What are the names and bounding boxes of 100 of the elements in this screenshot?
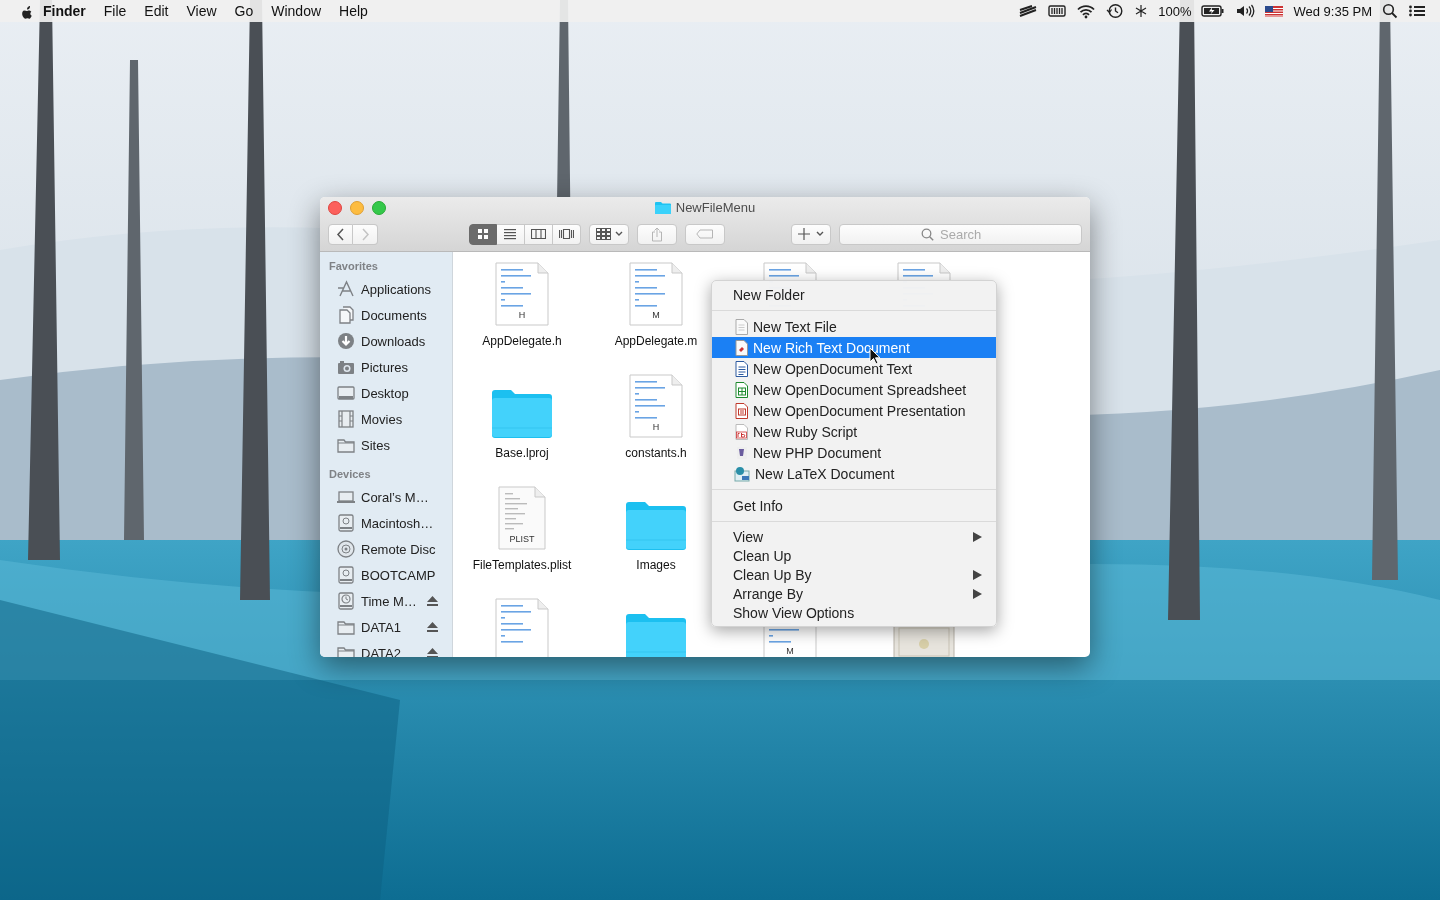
menu-item[interactable]: View <box>177 3 226 19</box>
sidebar-item[interactable]: Applications <box>320 276 452 302</box>
file-name[interactable]: FileTemplates.plist <box>472 558 572 572</box>
menu-item[interactable]: New PHP Document <box>712 442 996 463</box>
battery-icon[interactable] <box>1201 4 1226 18</box>
camera-icon <box>337 358 356 376</box>
volume-icon[interactable] <box>1235 4 1256 18</box>
menu-item[interactable]: Get Info <box>712 495 996 516</box>
menu-item[interactable]: New Text File <box>712 316 996 337</box>
folder-icon <box>337 618 356 636</box>
sidebar-item[interactable]: Coral’s M… <box>320 484 452 510</box>
add-button[interactable] <box>791 223 831 245</box>
sidebar-item[interactable]: Pictures <box>320 354 452 380</box>
menu-item[interactable]: New Ruby Script <box>712 421 996 442</box>
sidebar-item[interactable]: Remote Disc <box>320 536 452 562</box>
sidebar-item[interactable]: DATA1 <box>320 614 452 640</box>
view-mode-button[interactable] <box>497 223 525 245</box>
file-type-label: M <box>651 310 661 320</box>
disc-icon <box>337 540 356 558</box>
menu-bar-clock[interactable]: Wed 9:35 PM <box>1293 3 1372 19</box>
sidebar-item[interactable]: Sites <box>320 432 452 458</box>
app-menu[interactable]: Finder <box>34 3 95 19</box>
folder-icon <box>654 201 671 214</box>
stripes-icon[interactable] <box>1018 4 1039 18</box>
asterisk-icon[interactable] <box>1134 4 1149 18</box>
menu-item[interactable]: File <box>94 3 136 19</box>
file-name[interactable]: AppDelegate.h <box>482 334 562 348</box>
menu-item[interactable]: Go <box>225 3 263 19</box>
sidebar-item[interactable]: BOOTCAMP <box>320 562 452 588</box>
close-button[interactable] <box>328 201 342 215</box>
flag-icon[interactable] <box>1265 4 1284 18</box>
menu-item[interactable]: New Rich Text Document <box>712 337 996 358</box>
view-mode-button[interactable] <box>553 223 581 245</box>
spreadsheet-icon <box>734 381 749 398</box>
window-title: NewFileMenu <box>675 200 756 215</box>
arrange-button[interactable] <box>589 223 629 245</box>
columns-icon <box>531 227 546 241</box>
chevron-left-icon <box>335 226 346 242</box>
tag-icon <box>696 229 714 239</box>
film-icon <box>337 410 356 428</box>
file-type-label: H <box>651 422 661 432</box>
file-name[interactable]: Images <box>636 558 676 572</box>
apple-icon[interactable] <box>20 3 34 19</box>
eject-icon[interactable] <box>427 596 438 606</box>
download-icon <box>337 332 356 350</box>
menu-item[interactable]: New Folder <box>712 284 996 305</box>
menu-item[interactable]: Help <box>330 3 377 19</box>
laptop-icon <box>337 488 356 506</box>
file-type-label: H <box>517 310 527 320</box>
menu-item[interactable]: New OpenDocument Spreadsheet <box>712 379 996 400</box>
view-mode-button[interactable] <box>525 223 553 245</box>
battery-percent: 100% <box>1158 3 1192 19</box>
clock-icon[interactable] <box>1106 3 1125 19</box>
sidebar-item[interactable]: DATA2 <box>320 640 452 657</box>
view-mode-button[interactable] <box>469 223 497 245</box>
caret-icon <box>816 231 824 237</box>
menu-item[interactable]: View <box>712 527 996 546</box>
sidebar-item[interactable]: Movies <box>320 406 452 432</box>
sidebar-item[interactable]: Documents <box>320 302 452 328</box>
cover-flow-icon <box>559 227 574 241</box>
latex-file-icon <box>734 465 751 482</box>
sidebar-item[interactable]: Downloads <box>320 328 452 354</box>
menu-item[interactable]: Arrange By <box>712 584 996 603</box>
sidebar-item[interactable]: Time M… <box>320 588 452 614</box>
eject-icon[interactable] <box>427 622 438 632</box>
menu-item[interactable]: Clean Up By <box>712 565 996 584</box>
sidebar-item[interactable]: Desktop <box>320 380 452 406</box>
menu-item[interactable]: Window <box>262 3 331 19</box>
clock-drive-icon <box>337 592 356 610</box>
folder-icon <box>337 436 356 454</box>
menu-item[interactable]: New OpenDocument Text <box>712 358 996 379</box>
eject-icon[interactable] <box>427 648 438 657</box>
monitor-icon <box>337 384 356 402</box>
file-name[interactable]: AppDelegate.m <box>614 334 698 348</box>
search-icon[interactable] <box>1382 3 1398 19</box>
caret-icon <box>614 231 623 237</box>
search-field[interactable]: Search <box>839 223 1082 245</box>
menu-item[interactable]: Edit <box>135 3 178 19</box>
sidebar-item[interactable]: Macintosh… <box>320 510 452 536</box>
presentation-icon <box>734 402 749 419</box>
file-type-label: M <box>785 646 795 656</box>
menu-item[interactable]: New LaTeX Document <box>712 463 996 484</box>
meter-icon[interactable] <box>1048 4 1067 18</box>
document-icon <box>337 306 356 324</box>
list-icon[interactable] <box>1408 4 1426 18</box>
chevron-right-icon <box>359 226 371 242</box>
file-name[interactable]: Base.lproj <box>495 446 549 460</box>
file-name[interactable]: constants.h <box>625 446 687 460</box>
plus-icon <box>798 228 810 240</box>
apps-icon <box>337 280 356 298</box>
text-document-icon <box>734 360 749 377</box>
menu-item[interactable]: New OpenDocument Presentation <box>712 400 996 421</box>
menu-item[interactable]: Show View Options <box>712 603 996 622</box>
grid-icon <box>595 228 612 240</box>
section-heading: Devices <box>328 468 372 482</box>
menu-item[interactable]: Clean Up <box>712 546 996 565</box>
wifi-icon[interactable] <box>1076 3 1097 19</box>
back-button[interactable] <box>328 223 353 245</box>
search-icon <box>921 227 934 241</box>
drive-icon <box>337 566 356 584</box>
